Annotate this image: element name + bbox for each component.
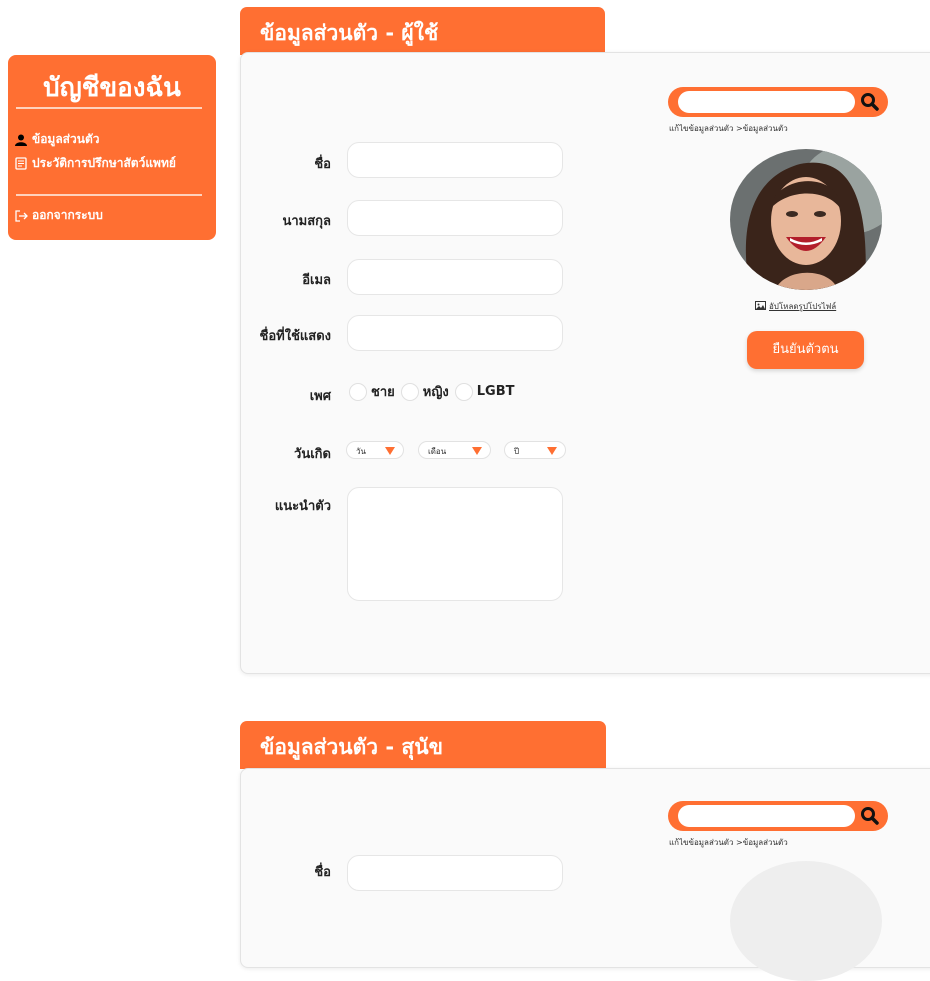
select-value: เดือน	[428, 447, 447, 456]
display-name-label: ชื่อที่ใช้แสดง	[259, 329, 331, 344]
sidebar-divider	[16, 107, 202, 109]
breadcrumb: แก้ไขข้อมูลส่วนตัว >ข้อมูลส่วนตัว	[669, 838, 788, 847]
search-icon[interactable]	[860, 806, 880, 826]
user-profile-card: ชื่อ นามสกุล อีเมล ชื่อที่ใช้แสดง เพศ ชา…	[240, 52, 930, 674]
bio-label: แนะนำตัว	[274, 499, 331, 514]
birth-year-select[interactable]: ปี	[504, 441, 566, 459]
first-name-input[interactable]	[347, 142, 563, 178]
user-profile-tab: ข้อมูลส่วนตัว - ผู้ใช้	[240, 7, 605, 55]
gender-option-label: ชาย	[371, 385, 395, 400]
birth-day-select[interactable]: วัน	[346, 441, 404, 459]
avatar	[730, 861, 882, 981]
upload-profile-link[interactable]: อัปโหลดรูปโปรไฟล์	[755, 300, 836, 313]
dropdown-arrow-icon	[385, 447, 395, 455]
search-input[interactable]	[678, 91, 855, 113]
breadcrumb: แก้ไขข้อมูลส่วนตัว >ข้อมูลส่วนตัว	[669, 124, 788, 133]
select-value: วัน	[356, 447, 366, 456]
first-name-label: ชื่อ	[314, 157, 331, 172]
dog-profile-tab: ข้อมูลส่วนตัว - สุนัข	[240, 721, 606, 769]
verify-identity-button[interactable]: ยืนยันตัวตน	[747, 331, 864, 369]
sidebar-item-vet-history[interactable]: ประวัติการปรึกษาสัตว์แพทย์	[14, 154, 176, 173]
search-bar	[668, 801, 888, 831]
radio-circle[interactable]	[349, 382, 367, 401]
image-upload-icon	[755, 301, 766, 312]
dropdown-arrow-icon	[547, 447, 557, 455]
gender-option-lgbt[interactable]: LGBT	[454, 381, 515, 402]
radio-circle[interactable]	[454, 382, 473, 401]
gender-option-male[interactable]: ชาย	[349, 381, 395, 402]
search-bar	[668, 87, 888, 117]
dropdown-arrow-icon	[472, 447, 482, 455]
gender-radio-group: ชาย หญิง LGBT	[349, 381, 514, 402]
gender-option-female[interactable]: หญิง	[400, 381, 449, 402]
gender-option-label: หญิง	[422, 385, 449, 400]
search-input[interactable]	[678, 805, 855, 827]
display-name-input[interactable]	[347, 315, 563, 351]
sidebar-divider	[16, 194, 202, 196]
select-value: ปี	[514, 447, 520, 456]
birth-month-select[interactable]: เดือน	[418, 441, 491, 459]
dog-name-input[interactable]	[347, 855, 563, 891]
sidebar-item-profile[interactable]: ข้อมูลส่วนตัว	[14, 130, 99, 149]
logout-icon	[14, 209, 28, 223]
gender-label: เพศ	[309, 389, 331, 404]
search-icon[interactable]	[860, 92, 880, 112]
user-icon	[14, 133, 28, 147]
sidebar-title: บัญชีของฉัน	[43, 73, 181, 103]
dog-name-label: ชื่อ	[314, 865, 331, 880]
upload-profile-label: อัปโหลดรูปโปรไฟล์	[769, 302, 837, 311]
dog-profile-card: แก้ไขข้อมูลส่วนตัว >ข้อมูลส่วนตัว ชื่อ	[240, 768, 930, 981]
document-icon	[14, 157, 28, 171]
sidebar-item-label: ประวัติการปรึกษาสัตว์แพทย์	[32, 156, 176, 170]
birthdate-label: วันเกิด	[294, 447, 331, 462]
email-label: อีเมล	[302, 273, 331, 288]
avatar	[730, 149, 882, 290]
last-name-input[interactable]	[347, 200, 563, 236]
last-name-label: นามสกุล	[282, 214, 331, 229]
sidebar-item-label: ข้อมูลส่วนตัว	[32, 132, 100, 146]
sidebar-item-logout[interactable]: ออกจากระบบ	[14, 206, 103, 225]
sidebar-item-label: ออกจากระบบ	[32, 208, 103, 222]
email-input[interactable]	[347, 259, 563, 295]
account-sidebar: บัญชีของฉัน ข้อมูลส่วนตัว ประวัติการปรึก…	[8, 55, 216, 240]
bio-textarea[interactable]	[347, 487, 563, 601]
radio-circle[interactable]	[400, 382, 419, 401]
gender-option-label: LGBT	[476, 384, 515, 399]
